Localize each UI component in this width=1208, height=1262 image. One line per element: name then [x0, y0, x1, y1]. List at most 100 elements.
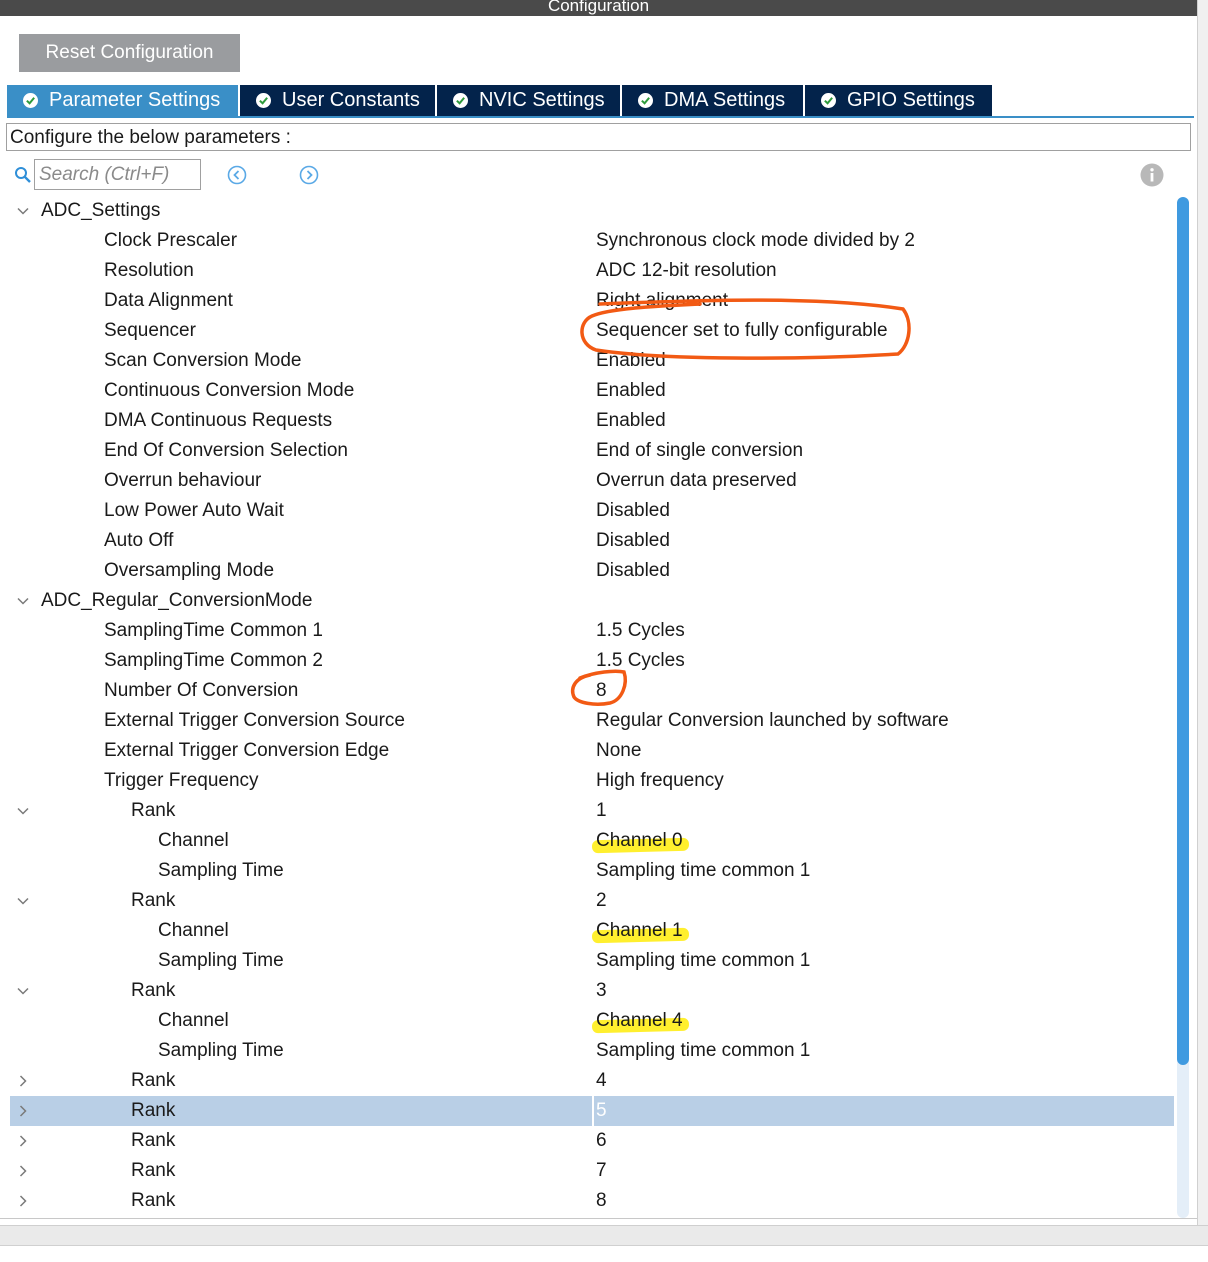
- param-row[interactable]: Channel Channel 1: [10, 916, 1174, 946]
- chevron-right-icon[interactable]: [16, 1194, 30, 1208]
- rank-value[interactable]: 6: [596, 1126, 607, 1156]
- param-value[interactable]: 1.5 Cycles: [596, 616, 685, 646]
- rank-row[interactable]: Rank 8: [10, 1186, 1174, 1216]
- rank-row[interactable]: Rank 6: [10, 1126, 1174, 1156]
- param-value[interactable]: Disabled: [596, 526, 670, 556]
- rank-row[interactable]: Rank 7: [10, 1156, 1174, 1186]
- param-value[interactable]: ADC 12-bit resolution: [596, 256, 777, 286]
- param-value[interactable]: Channel 4: [591, 1006, 689, 1036]
- param-row[interactable]: External Trigger Conversion Source Regula…: [10, 706, 1174, 736]
- param-label: External Trigger Conversion Source: [104, 710, 405, 731]
- param-label: External Trigger Conversion Edge: [104, 740, 390, 761]
- rank-value[interactable]: 2: [596, 886, 607, 916]
- param-row[interactable]: DMA Continuous Requests Enabled: [10, 406, 1174, 436]
- param-value[interactable]: Right alignment: [596, 286, 728, 316]
- search-input[interactable]: [34, 159, 201, 190]
- scrollbar-thumb[interactable]: [1177, 197, 1189, 1065]
- rank-label: Rank: [131, 1160, 176, 1181]
- param-row[interactable]: Sampling Time Sampling time common 1: [10, 946, 1174, 976]
- chevron-right-icon[interactable]: [16, 1104, 30, 1118]
- tab-user-constants[interactable]: User Constants: [240, 85, 435, 116]
- next-icon[interactable]: [299, 165, 319, 185]
- chevron-down-icon[interactable]: [16, 804, 30, 818]
- param-row[interactable]: Data Alignment Right alignment: [10, 286, 1174, 316]
- tab-gpio-settings[interactable]: GPIO Settings: [805, 85, 992, 116]
- param-row[interactable]: Overrun behaviour Overrun data preserved: [10, 466, 1174, 496]
- param-row[interactable]: SamplingTime Common 1 1.5 Cycles: [10, 616, 1174, 646]
- param-row[interactable]: Continuous Conversion Mode Enabled: [10, 376, 1174, 406]
- reset-configuration-button[interactable]: Reset Configuration: [19, 34, 240, 72]
- previous-icon[interactable]: [227, 165, 247, 185]
- param-value[interactable]: Sampling time common 1: [596, 946, 810, 976]
- param-row[interactable]: Oversampling Mode Disabled: [10, 556, 1174, 586]
- param-row[interactable]: Channel Channel 4: [10, 1006, 1174, 1036]
- chevron-down-icon[interactable]: [16, 984, 30, 998]
- param-value[interactable]: Synchronous clock mode divided by 2: [596, 226, 915, 256]
- chevron-down-icon[interactable]: [16, 594, 30, 608]
- param-value[interactable]: Enabled: [596, 406, 666, 436]
- search-icon: [15, 167, 31, 183]
- chevron-down-icon[interactable]: [16, 204, 30, 218]
- rank-row[interactable]: Rank 1: [10, 796, 1174, 826]
- param-row[interactable]: Number Of Conversion 8: [10, 676, 1174, 706]
- param-value[interactable]: Sampling time common 1: [596, 856, 810, 886]
- tab-dma-settings[interactable]: DMA Settings: [622, 85, 803, 116]
- param-row[interactable]: Sequencer Sequencer set to fully configur…: [10, 316, 1174, 346]
- param-row[interactable]: Sampling Time Sampling time common 1: [10, 1036, 1174, 1066]
- check-circle-icon: [256, 93, 271, 108]
- param-value[interactable]: Sequencer set to fully configurable: [596, 316, 888, 346]
- rank-value[interactable]: 7: [596, 1156, 607, 1186]
- param-row[interactable]: SamplingTime Common 2 1.5 Cycles: [10, 646, 1174, 676]
- status-strip: [0, 1225, 1208, 1246]
- param-value[interactable]: Enabled: [596, 376, 666, 406]
- rank-row-selected[interactable]: Rank 5: [10, 1096, 1174, 1126]
- param-label: Oversampling Mode: [104, 560, 275, 581]
- param-label: Channel: [158, 920, 229, 941]
- param-value[interactable]: High frequency: [596, 766, 724, 796]
- rank-row[interactable]: Rank 3: [10, 976, 1174, 1006]
- rank-value[interactable]: 1: [596, 796, 607, 826]
- param-label: Channel: [158, 830, 229, 851]
- check-circle-icon: [453, 93, 468, 108]
- param-value[interactable]: Channel 1: [591, 916, 689, 946]
- param-value[interactable]: Enabled: [596, 346, 666, 376]
- param-row[interactable]: Channel Channel 0: [10, 826, 1174, 856]
- info-icon[interactable]: [1140, 163, 1164, 187]
- param-row[interactable]: Resolution ADC 12-bit resolution: [10, 256, 1174, 286]
- rank-row[interactable]: Rank 4: [10, 1066, 1174, 1096]
- chevron-right-icon[interactable]: [16, 1134, 30, 1148]
- chevron-down-icon[interactable]: [16, 894, 30, 908]
- param-value[interactable]: Regular Conversion launched by software: [596, 706, 949, 736]
- param-value[interactable]: Disabled: [596, 496, 670, 526]
- param-value[interactable]: Channel 0: [591, 826, 689, 856]
- param-row[interactable]: Auto Off Disabled: [10, 526, 1174, 556]
- param-row[interactable]: End Of Conversion Selection End of single…: [10, 436, 1174, 466]
- rank-value[interactable]: 4: [596, 1066, 607, 1096]
- param-row[interactable]: Clock Prescaler Synchronous clock mode di…: [10, 226, 1174, 256]
- chevron-right-icon[interactable]: [16, 1074, 30, 1088]
- param-row[interactable]: Sampling Time Sampling time common 1: [10, 856, 1174, 886]
- tree-group-adc-settings[interactable]: ADC_Settings: [10, 196, 1174, 226]
- rank-row[interactable]: Rank 2: [10, 886, 1174, 916]
- param-row[interactable]: Low Power Auto Wait Disabled: [10, 496, 1174, 526]
- tab-nvic-settings[interactable]: NVIC Settings: [437, 85, 620, 116]
- param-label: End Of Conversion Selection: [104, 440, 348, 461]
- param-value[interactable]: Sampling time common 1: [596, 1036, 810, 1066]
- param-value[interactable]: 1.5 Cycles: [596, 646, 685, 676]
- param-value[interactable]: Disabled: [596, 556, 670, 586]
- param-value[interactable]: Overrun data preserved: [596, 466, 797, 496]
- param-value[interactable]: 8: [596, 676, 607, 706]
- tree-group-regular-conversion[interactable]: ADC_Regular_ConversionMode: [10, 586, 1174, 616]
- tab-parameter-settings[interactable]: Parameter Settings: [7, 85, 238, 116]
- param-row[interactable]: Scan Conversion Mode Enabled: [10, 346, 1174, 376]
- param-value[interactable]: None: [596, 736, 641, 766]
- param-row[interactable]: External Trigger Conversion Edge None: [10, 736, 1174, 766]
- rank-value[interactable]: 5: [596, 1096, 607, 1126]
- param-value[interactable]: End of single conversion: [596, 436, 803, 466]
- rank-value[interactable]: 8: [596, 1186, 607, 1216]
- rank-value[interactable]: 3: [596, 976, 607, 1006]
- rank-label: Rank: [131, 800, 176, 821]
- param-row[interactable]: Trigger Frequency High frequency: [10, 766, 1174, 796]
- rank-label: Rank: [131, 1100, 176, 1121]
- chevron-right-icon[interactable]: [16, 1164, 30, 1178]
